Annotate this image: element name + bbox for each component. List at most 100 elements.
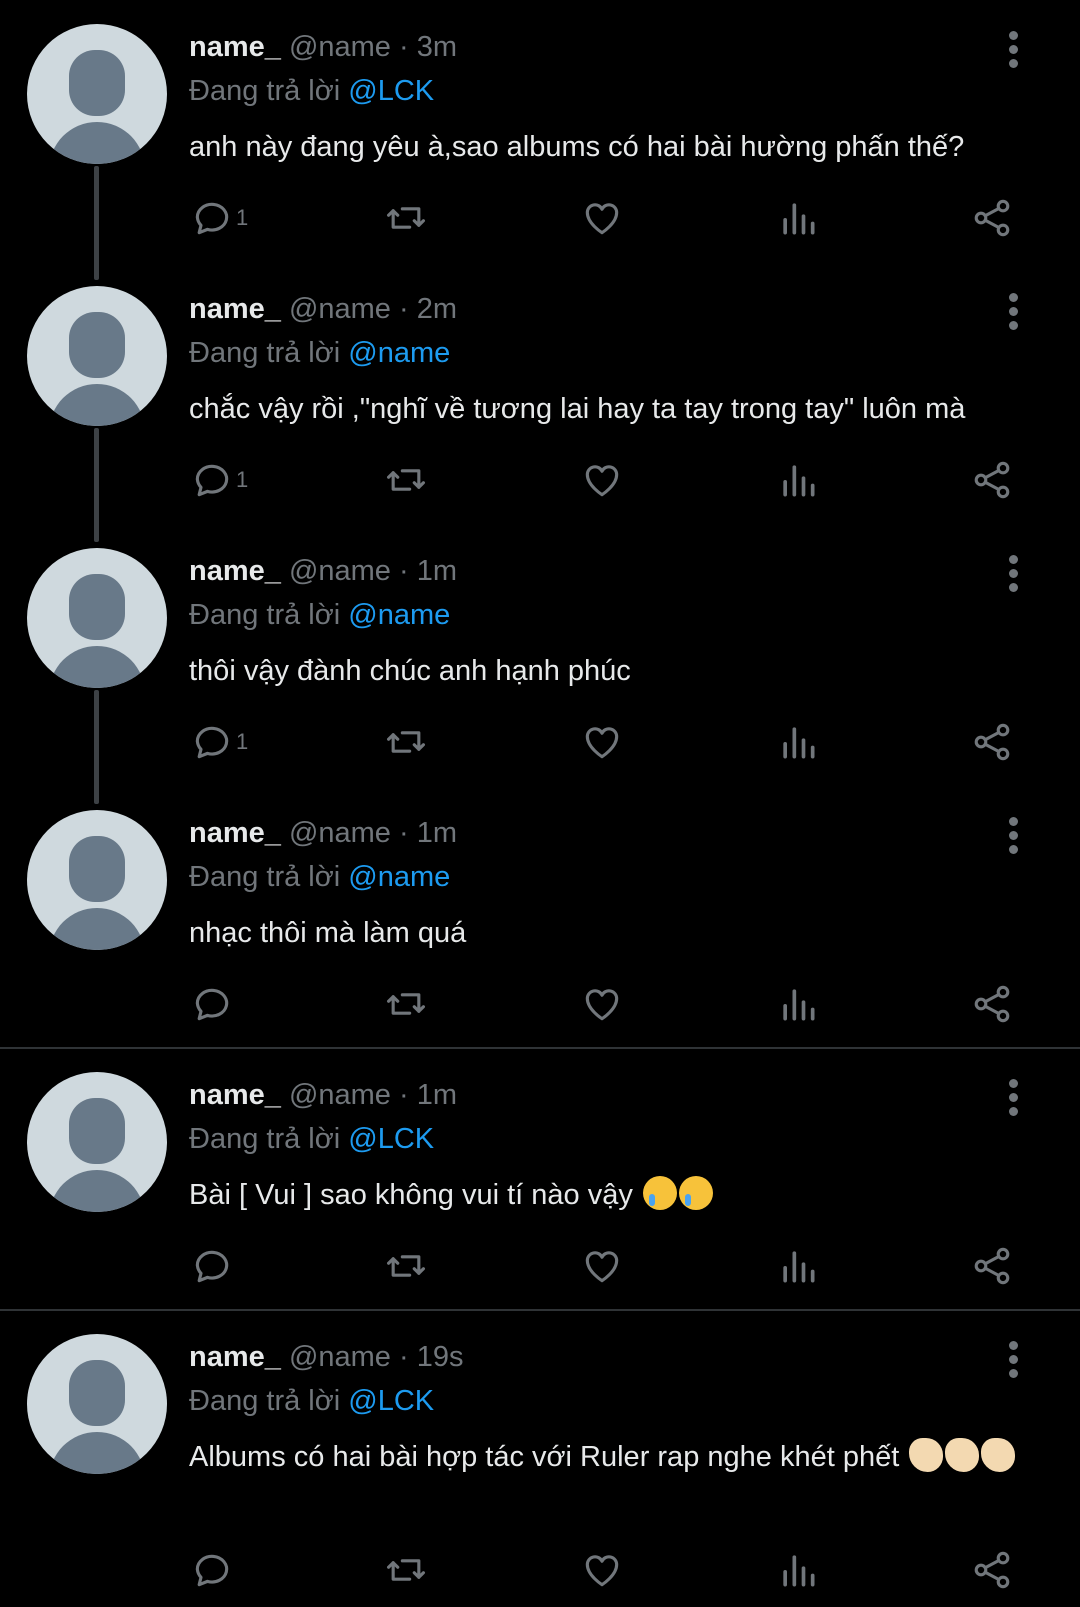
more-icon[interactable]: [1006, 1078, 1022, 1118]
views-button[interactable]: [776, 1545, 820, 1595]
tweet-text: Albums có hai bài hợp tác với Ruler rap …: [189, 1436, 1039, 1478]
share-button[interactable]: [970, 717, 1014, 767]
avatar[interactable]: [27, 1334, 167, 1474]
tweet-text: anh này đang yêu à,sao albums có hai bài…: [189, 131, 965, 163]
reply-button[interactable]: [190, 1241, 236, 1291]
mention-link[interactable]: @name: [348, 861, 450, 893]
like-button[interactable]: [580, 1241, 624, 1291]
clapping-hands-icon: [945, 1438, 980, 1472]
like-button[interactable]: [580, 1545, 624, 1595]
share-button[interactable]: [970, 455, 1014, 505]
reply-button[interactable]: [190, 979, 236, 1029]
replying-to-label: Đang trả lời: [189, 861, 341, 893]
retweet-icon: [387, 207, 425, 229]
retweet-button[interactable]: [384, 455, 428, 505]
crying-face-icon: [678, 1176, 713, 1210]
crying-face-icon: [642, 1176, 677, 1210]
avatar[interactable]: [27, 548, 167, 688]
timestamp[interactable]: 3m: [417, 31, 457, 63]
views-button[interactable]: [776, 717, 820, 767]
share-icon: [974, 723, 1010, 761]
user-handle[interactable]: @name: [289, 31, 391, 63]
action-bar: [0, 1241, 1080, 1291]
reply-button[interactable]: 1: [190, 193, 248, 243]
replying-to-label: Đang trả lời: [189, 337, 341, 369]
timestamp[interactable]: 1m: [417, 817, 457, 849]
action-bar: 1: [0, 455, 1080, 505]
timestamp[interactable]: 1m: [417, 1079, 457, 1111]
views-button[interactable]: [776, 193, 820, 243]
like-button[interactable]: [580, 455, 624, 505]
tweet[interactable]: name_ @name · 3m Đang trả lời @LCK anh n…: [0, 0, 1080, 262]
replying-to: Đang trả lời @LCK: [189, 1121, 434, 1157]
more-icon[interactable]: [1006, 292, 1022, 332]
action-bar: 1: [0, 193, 1080, 243]
display-name[interactable]: name_: [189, 31, 281, 63]
mention-link[interactable]: @LCK: [348, 75, 434, 107]
mention-link[interactable]: @name: [348, 337, 450, 369]
replying-to: Đang trả lời @name: [189, 335, 450, 371]
views-icon: [783, 727, 815, 759]
share-button[interactable]: [970, 979, 1014, 1029]
more-icon[interactable]: [1006, 1340, 1022, 1380]
retweet-button[interactable]: [384, 1545, 428, 1595]
more-icon[interactable]: [1006, 816, 1022, 856]
retweet-button[interactable]: [384, 979, 428, 1029]
tweet-header: name_ @name · 3m: [189, 29, 457, 65]
timestamp[interactable]: 1m: [417, 555, 457, 587]
retweet-button[interactable]: [384, 193, 428, 243]
mention-link[interactable]: @name: [348, 599, 450, 631]
mention-link[interactable]: @LCK: [348, 1385, 434, 1417]
reply-icon: [195, 1554, 229, 1587]
tweet[interactable]: name_ @name · 1m Đang trả lời @name thôi…: [0, 524, 1080, 786]
like-button[interactable]: [580, 979, 624, 1029]
separator: ·: [399, 31, 409, 63]
views-icon: [783, 465, 815, 497]
timestamp[interactable]: 2m: [417, 293, 457, 325]
reply-icon: [195, 1250, 229, 1283]
views-button[interactable]: [776, 1241, 820, 1291]
share-button[interactable]: [970, 1241, 1014, 1291]
tweet[interactable]: name_ @name · 1m Đang trả lời @LCK Bài […: [0, 1048, 1080, 1310]
reply-button[interactable]: [190, 1545, 236, 1595]
reply-button[interactable]: 1: [190, 455, 248, 505]
like-button[interactable]: [580, 717, 624, 767]
display-name[interactable]: name_: [189, 1341, 281, 1373]
user-handle[interactable]: @name: [289, 1341, 391, 1373]
avatar[interactable]: [27, 286, 167, 426]
display-name[interactable]: name_: [189, 293, 281, 325]
user-handle[interactable]: @name: [289, 555, 391, 587]
avatar[interactable]: [27, 810, 167, 950]
avatar[interactable]: [27, 24, 167, 164]
retweet-button[interactable]: [384, 717, 428, 767]
share-button[interactable]: [970, 193, 1014, 243]
display-name[interactable]: name_: [189, 1079, 281, 1111]
replying-to: Đang trả lời @LCK: [189, 1383, 434, 1419]
timestamp[interactable]: 19s: [417, 1341, 464, 1373]
avatar[interactable]: [27, 1072, 167, 1212]
tweet[interactable]: name_ @name · 1m Đang trả lời @name nhạc…: [0, 786, 1080, 1048]
user-handle[interactable]: @name: [289, 817, 391, 849]
like-icon: [585, 1555, 619, 1587]
user-handle[interactable]: @name: [289, 1079, 391, 1111]
share-button[interactable]: [970, 1545, 1014, 1595]
reply-button[interactable]: 1: [190, 717, 248, 767]
clapping-hands-icon: [909, 1438, 944, 1472]
replying-to-label: Đang trả lời: [189, 599, 341, 631]
views-button[interactable]: [776, 455, 820, 505]
tweet[interactable]: name_ @name · 2m Đang trả lời @name chắc…: [0, 262, 1080, 524]
more-icon[interactable]: [1006, 30, 1022, 70]
reply-count: 1: [236, 205, 249, 230]
user-handle[interactable]: @name: [289, 293, 391, 325]
display-name[interactable]: name_: [189, 817, 281, 849]
more-icon[interactable]: [1006, 554, 1022, 594]
reply-icon: [195, 726, 229, 759]
tweet-header: name_ @name · 1m: [189, 815, 457, 851]
like-button[interactable]: [580, 193, 624, 243]
mention-link[interactable]: @LCK: [348, 1123, 434, 1155]
views-button[interactable]: [776, 979, 820, 1029]
display-name[interactable]: name_: [189, 555, 281, 587]
tweet[interactable]: name_ @name · 19s Đang trả lời @LCK Albu…: [0, 1310, 1080, 1607]
like-icon: [585, 203, 619, 235]
retweet-button[interactable]: [384, 1241, 428, 1291]
